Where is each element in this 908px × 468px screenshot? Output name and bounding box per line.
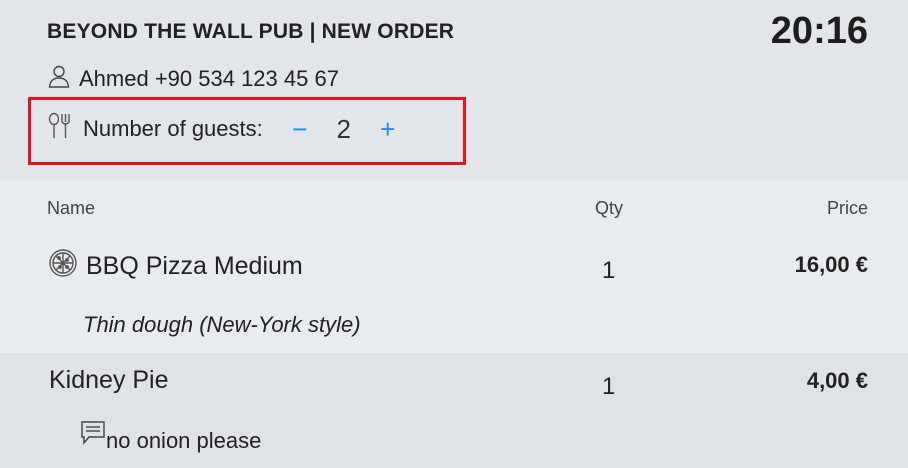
- column-header-name: Name: [47, 198, 96, 218]
- cutlery-icon: [47, 112, 75, 146]
- page-title: BEYOND THE WALL PUB | NEW ORDER: [47, 20, 454, 44]
- column-header-price: Price: [826, 198, 868, 218]
- item-name-cell: BBQ Pizza Medium: [48, 248, 303, 285]
- order-header: BEYOND THE WALL PUB | NEW ORDER 20:16 Ahme…: [0, 0, 908, 180]
- increase-guests-button[interactable]: +: [373, 116, 403, 142]
- item-name: Kidney Pie: [49, 366, 169, 394]
- guests-control: Number of guests: − 2 +: [47, 112, 403, 146]
- pizza-icon: [48, 248, 78, 285]
- item-modifier: Thin dough (New-York style): [83, 312, 361, 337]
- venue-name: BEYOND THE WALL PUB: [47, 20, 304, 43]
- customer-details: Ahmed +90 534 123 45 67: [79, 66, 339, 91]
- person-icon: [47, 64, 71, 94]
- comment-icon: [80, 420, 106, 452]
- guests-count: 2: [336, 113, 351, 144]
- item-comment-text: no onion please: [106, 428, 262, 453]
- item-qty: 1: [602, 257, 616, 284]
- order-item-row[interactable]: BBQ Pizza Medium 1 16,00 € Thin dough (N…: [0, 240, 908, 353]
- title-separator: |: [309, 20, 316, 43]
- clock: 20:16: [770, 10, 868, 52]
- order-mode: NEW ORDER: [321, 20, 455, 43]
- order-item-row[interactable]: Kidney Pie 1 4,00 € no onion please: [0, 353, 908, 468]
- item-name: BBQ Pizza Medium: [86, 252, 303, 280]
- item-qty: 1: [602, 373, 616, 400]
- item-comment: no onion please: [80, 420, 261, 454]
- decrease-guests-button[interactable]: −: [285, 116, 315, 142]
- item-price: 16,00 €: [794, 252, 868, 277]
- item-price: 4,00 €: [806, 368, 868, 393]
- customer-info[interactable]: Ahmed +90 534 123 45 67: [47, 64, 339, 94]
- guests-label: Number of guests:: [83, 116, 263, 141]
- column-header-qty: Qty: [595, 198, 624, 218]
